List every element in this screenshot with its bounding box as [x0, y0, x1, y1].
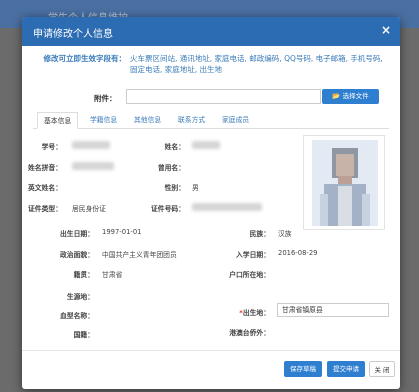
close-icon[interactable]: ×	[381, 23, 391, 37]
tab-bar: 基本信息 学籍信息 其他信息 联系方式 家庭成员	[33, 112, 389, 129]
birthplace-label-text: 出生地：	[242, 309, 270, 317]
tab-family-members[interactable]: 家庭成员	[222, 112, 249, 129]
tab-contact-info[interactable]: 联系方式	[178, 112, 205, 129]
choose-file-label: 选择文件	[342, 92, 369, 100]
tab-enrollment-info[interactable]: 学籍信息	[90, 112, 117, 129]
name-value	[192, 141, 220, 149]
student-photo	[303, 135, 385, 230]
avatar	[312, 140, 378, 226]
gender-value: 男	[192, 184, 199, 192]
ethnicity-label: 民族：	[249, 230, 270, 238]
save-draft-button[interactable]: 保存草稿	[284, 361, 322, 377]
gender-label: 性别：	[164, 184, 185, 192]
native-place-value: 甘肃省	[102, 271, 123, 279]
attachment-label: 附件：	[94, 94, 117, 103]
editable-fields-label: 修改可立即生效字段有：	[43, 54, 127, 63]
enrollment-date-label: 入学日期：	[236, 251, 270, 259]
household-location-label: 户口所在地：	[229, 271, 270, 279]
modal-header: 申请修改个人信息 ×	[22, 17, 400, 46]
name-label: 姓名：	[164, 143, 185, 151]
name-pinyin-label: 姓名拼音：	[28, 164, 62, 172]
birth-date-label: 出生日期：	[60, 230, 94, 238]
nationality-label: 国籍：	[73, 331, 94, 339]
choose-file-button[interactable]: 📂 选择文件	[322, 89, 379, 104]
attachment-input[interactable]	[126, 89, 321, 104]
modal-title: 申请修改个人信息	[33, 29, 113, 40]
former-name-label: 曾用名：	[157, 164, 185, 172]
political-status-value: 中国共产主义青年团团员	[102, 251, 177, 259]
submit-button[interactable]: 提交申请	[327, 361, 365, 377]
modal-footer: 保存草稿 提交申请 关 闭	[22, 350, 400, 389]
birthplace-input[interactable]: 甘肃省镇原县	[277, 303, 389, 317]
enrollment-date-value: 2016-08-29	[278, 249, 318, 257]
native-place-label: 籍贯：	[73, 271, 94, 279]
name-pinyin-value	[72, 162, 114, 170]
hk-macau-tw-label: 港澳台侨外：	[229, 329, 270, 337]
tab-basic-info[interactable]: 基本信息	[37, 112, 79, 129]
blood-type-label: 血型名称：	[60, 312, 94, 320]
id-type-label: 证件类型：	[28, 205, 62, 213]
student-id-value	[72, 141, 110, 149]
origin-label: 生源地：	[66, 293, 94, 301]
folder-icon: 📂	[332, 92, 341, 100]
editable-fields-list: 火车票区间站, 通讯地址, 家庭电话, 邮政编码, QQ号码, 电子邮箱, 手机…	[130, 54, 383, 74]
id-type-value: 居民身份证	[72, 205, 106, 213]
id-number-label: 证件号码：	[151, 205, 185, 213]
birthplace-label: *出生地：	[227, 307, 270, 317]
close-button[interactable]: 关 闭	[369, 361, 395, 377]
student-id-label: 学号：	[41, 143, 62, 151]
birth-date-value: 1997-01-01	[102, 228, 142, 236]
id-number-value	[192, 203, 262, 211]
edit-info-modal: 申请修改个人信息 × 修改可立即生效字段有： 火车票区间站, 通讯地址, 家庭电…	[22, 17, 400, 389]
political-status-label: 政治面貌：	[60, 251, 94, 259]
tab-other-info[interactable]: 其他信息	[134, 112, 161, 129]
english-name-label: 英文姓名：	[28, 184, 62, 192]
ethnicity-value: 汉族	[278, 230, 292, 238]
